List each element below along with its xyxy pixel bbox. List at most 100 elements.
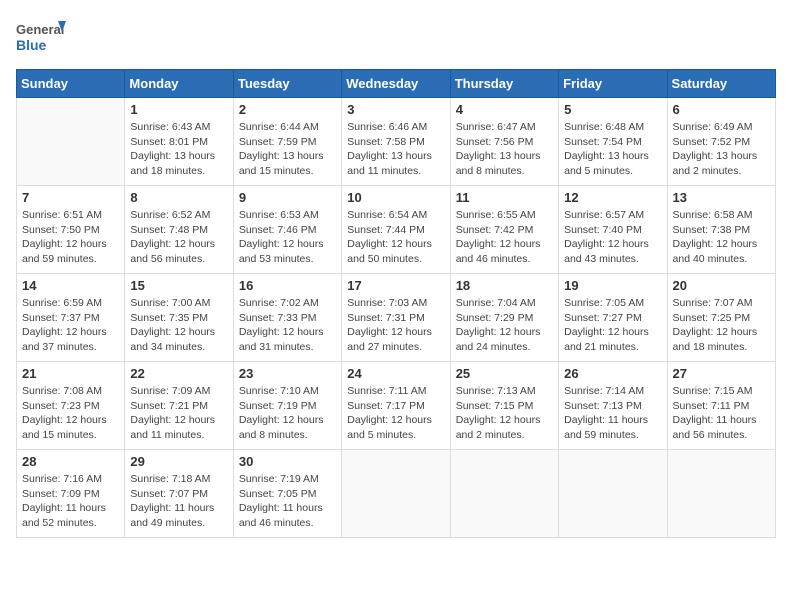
col-header-saturday: Saturday <box>667 70 775 98</box>
day-number: 27 <box>673 366 770 381</box>
col-header-thursday: Thursday <box>450 70 558 98</box>
cell-text: Sunrise: 6:57 AM Sunset: 7:40 PM Dayligh… <box>564 208 661 267</box>
cell-text: Sunrise: 7:13 AM Sunset: 7:15 PM Dayligh… <box>456 384 553 443</box>
cell-text: Sunrise: 6:43 AM Sunset: 8:01 PM Dayligh… <box>130 120 227 179</box>
col-header-friday: Friday <box>559 70 667 98</box>
cell-text: Sunrise: 6:46 AM Sunset: 7:58 PM Dayligh… <box>347 120 444 179</box>
day-number: 2 <box>239 102 336 117</box>
cell-text: Sunrise: 7:09 AM Sunset: 7:21 PM Dayligh… <box>130 384 227 443</box>
calendar-cell: 28 Sunrise: 7:16 AM Sunset: 7:09 PM Dayli… <box>17 450 125 538</box>
calendar-cell: 1 Sunrise: 6:43 AM Sunset: 8:01 PM Daylig… <box>125 98 233 186</box>
day-number: 5 <box>564 102 661 117</box>
calendar-cell: 30 Sunrise: 7:19 AM Sunset: 7:05 PM Dayli… <box>233 450 341 538</box>
calendar-cell: 22 Sunrise: 7:09 AM Sunset: 7:21 PM Dayli… <box>125 362 233 450</box>
day-number: 1 <box>130 102 227 117</box>
calendar-cell: 10Sunrise: 6:54 AM Sunset: 7:44 PM Dayli… <box>342 186 450 274</box>
day-number: 22 <box>130 366 227 381</box>
cell-text: Sunrise: 7:11 AM Sunset: 7:17 PM Dayligh… <box>347 384 444 443</box>
cell-text: Sunrise: 6:58 AM Sunset: 7:38 PM Dayligh… <box>673 208 770 267</box>
calendar-cell: 16 Sunrise: 7:02 AM Sunset: 7:33 PM Dayli… <box>233 274 341 362</box>
calendar-table: SundayMondayTuesdayWednesdayThursdayFrid… <box>16 69 776 538</box>
day-number: 10 <box>347 190 444 205</box>
day-number: 16 <box>239 278 336 293</box>
day-number: 6 <box>673 102 770 117</box>
header: General Blue <box>16 16 776 61</box>
calendar-cell <box>667 450 775 538</box>
calendar-cell <box>450 450 558 538</box>
cell-text: Sunrise: 7:15 AM Sunset: 7:11 PM Dayligh… <box>673 384 770 443</box>
calendar-cell: 21 Sunrise: 7:08 AM Sunset: 7:23 PM Dayli… <box>17 362 125 450</box>
cell-text: Sunrise: 7:16 AM Sunset: 7:09 PM Dayligh… <box>22 472 119 531</box>
day-number: 15 <box>130 278 227 293</box>
day-number: 18 <box>456 278 553 293</box>
cell-text: Sunrise: 7:02 AM Sunset: 7:33 PM Dayligh… <box>239 296 336 355</box>
calendar-cell: 15 Sunrise: 7:00 AM Sunset: 7:35 PM Dayli… <box>125 274 233 362</box>
calendar-cell: 27 Sunrise: 7:15 AM Sunset: 7:11 PM Dayli… <box>667 362 775 450</box>
calendar-cell: 18Sunrise: 7:04 AM Sunset: 7:29 PM Dayli… <box>450 274 558 362</box>
calendar-cell <box>342 450 450 538</box>
calendar-cell: 4 Sunrise: 6:47 AM Sunset: 7:56 PM Daylig… <box>450 98 558 186</box>
cell-text: Sunrise: 7:08 AM Sunset: 7:23 PM Dayligh… <box>22 384 119 443</box>
day-number: 7 <box>22 190 119 205</box>
cell-text: Sunrise: 7:05 AM Sunset: 7:27 PM Dayligh… <box>564 296 661 355</box>
calendar-cell: 24Sunrise: 7:11 AM Sunset: 7:17 PM Dayli… <box>342 362 450 450</box>
day-number: 19 <box>564 278 661 293</box>
calendar-cell: 26 Sunrise: 7:14 AM Sunset: 7:13 PM Dayli… <box>559 362 667 450</box>
cell-text: Sunrise: 7:07 AM Sunset: 7:25 PM Dayligh… <box>673 296 770 355</box>
calendar-cell: 17 Sunrise: 7:03 AM Sunset: 7:31 PM Dayli… <box>342 274 450 362</box>
col-header-sunday: Sunday <box>17 70 125 98</box>
calendar-cell: 7 Sunrise: 6:51 AM Sunset: 7:50 PM Daylig… <box>17 186 125 274</box>
svg-text:Blue: Blue <box>16 37 47 53</box>
day-number: 21 <box>22 366 119 381</box>
day-number: 25 <box>456 366 553 381</box>
calendar-cell: 9Sunrise: 6:53 AM Sunset: 7:46 PM Daylig… <box>233 186 341 274</box>
cell-text: Sunrise: 6:48 AM Sunset: 7:54 PM Dayligh… <box>564 120 661 179</box>
cell-text: Sunrise: 6:53 AM Sunset: 7:46 PM Dayligh… <box>239 208 336 267</box>
cell-text: Sunrise: 7:14 AM Sunset: 7:13 PM Dayligh… <box>564 384 661 443</box>
col-header-wednesday: Wednesday <box>342 70 450 98</box>
cell-text: Sunrise: 6:51 AM Sunset: 7:50 PM Dayligh… <box>22 208 119 267</box>
col-header-monday: Monday <box>125 70 233 98</box>
cell-text: Sunrise: 7:18 AM Sunset: 7:07 PM Dayligh… <box>130 472 227 531</box>
day-number: 20 <box>673 278 770 293</box>
calendar-cell: 25 Sunrise: 7:13 AM Sunset: 7:15 PM Dayli… <box>450 362 558 450</box>
day-number: 29 <box>130 454 227 469</box>
cell-text: Sunrise: 6:59 AM Sunset: 7:37 PM Dayligh… <box>22 296 119 355</box>
calendar-cell: 5 Sunrise: 6:48 AM Sunset: 7:54 PM Daylig… <box>559 98 667 186</box>
calendar-cell <box>17 98 125 186</box>
week-row-0: 1 Sunrise: 6:43 AM Sunset: 8:01 PM Daylig… <box>17 98 776 186</box>
header-row: SundayMondayTuesdayWednesdayThursdayFrid… <box>17 70 776 98</box>
cell-text: Sunrise: 7:00 AM Sunset: 7:35 PM Dayligh… <box>130 296 227 355</box>
calendar-cell <box>559 450 667 538</box>
week-row-2: 14Sunrise: 6:59 AM Sunset: 7:37 PM Dayli… <box>17 274 776 362</box>
svg-text:General: General <box>16 22 64 37</box>
logo-svg: General Blue <box>16 16 66 61</box>
calendar-cell: 29 Sunrise: 7:18 AM Sunset: 7:07 PM Dayli… <box>125 450 233 538</box>
cell-text: Sunrise: 6:47 AM Sunset: 7:56 PM Dayligh… <box>456 120 553 179</box>
calendar-cell: 6 Sunrise: 6:49 AM Sunset: 7:52 PM Daylig… <box>667 98 775 186</box>
day-number: 30 <box>239 454 336 469</box>
day-number: 13 <box>673 190 770 205</box>
calendar-cell: 13 Sunrise: 6:58 AM Sunset: 7:38 PM Dayli… <box>667 186 775 274</box>
calendar-cell: 19 Sunrise: 7:05 AM Sunset: 7:27 PM Dayli… <box>559 274 667 362</box>
day-number: 17 <box>347 278 444 293</box>
day-number: 12 <box>564 190 661 205</box>
cell-text: Sunrise: 7:19 AM Sunset: 7:05 PM Dayligh… <box>239 472 336 531</box>
calendar-cell: 3Sunrise: 6:46 AM Sunset: 7:58 PM Daylig… <box>342 98 450 186</box>
cell-text: Sunrise: 6:49 AM Sunset: 7:52 PM Dayligh… <box>673 120 770 179</box>
col-header-tuesday: Tuesday <box>233 70 341 98</box>
cell-text: Sunrise: 7:10 AM Sunset: 7:19 PM Dayligh… <box>239 384 336 443</box>
day-number: 28 <box>22 454 119 469</box>
week-row-1: 7 Sunrise: 6:51 AM Sunset: 7:50 PM Daylig… <box>17 186 776 274</box>
cell-text: Sunrise: 7:03 AM Sunset: 7:31 PM Dayligh… <box>347 296 444 355</box>
calendar-cell: 11Sunrise: 6:55 AM Sunset: 7:42 PM Dayli… <box>450 186 558 274</box>
day-number: 23 <box>239 366 336 381</box>
day-number: 26 <box>564 366 661 381</box>
day-number: 11 <box>456 190 553 205</box>
calendar-cell: 2 Sunrise: 6:44 AM Sunset: 7:59 PM Daylig… <box>233 98 341 186</box>
day-number: 4 <box>456 102 553 117</box>
calendar-cell: 14Sunrise: 6:59 AM Sunset: 7:37 PM Dayli… <box>17 274 125 362</box>
day-number: 8 <box>130 190 227 205</box>
cell-text: Sunrise: 6:44 AM Sunset: 7:59 PM Dayligh… <box>239 120 336 179</box>
week-row-4: 28 Sunrise: 7:16 AM Sunset: 7:09 PM Dayli… <box>17 450 776 538</box>
